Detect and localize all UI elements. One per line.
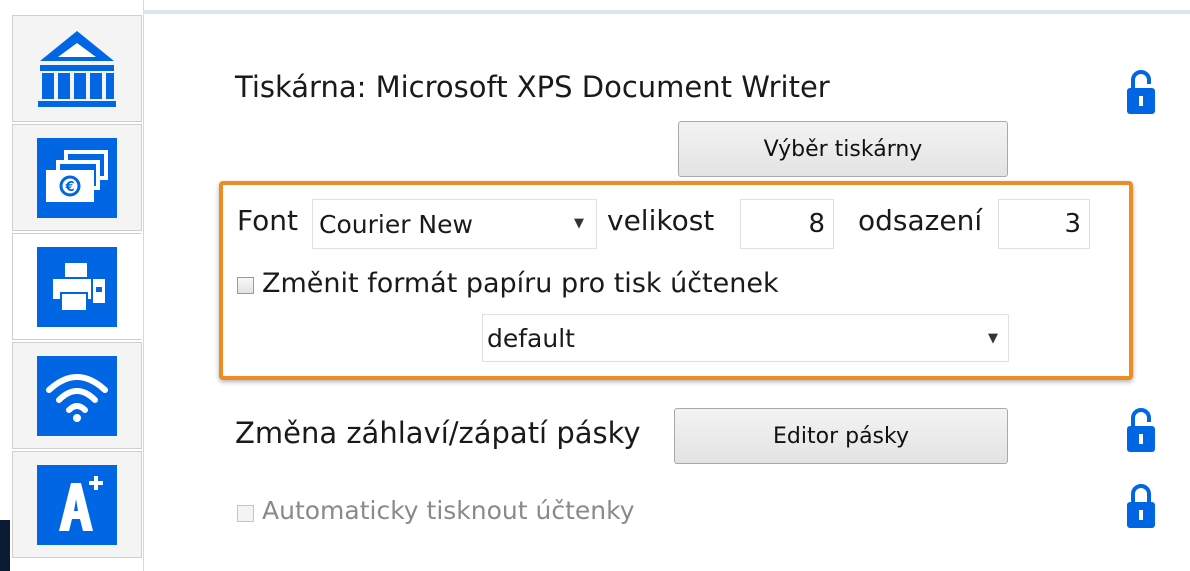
dark-corner [0, 520, 10, 571]
chevron-down-icon: ▼ [988, 331, 998, 346]
font-select[interactable]: Courier New ▼ [312, 199, 597, 249]
tape-editor-button[interactable]: Editor pásky [674, 408, 1008, 464]
sidebar-item-font[interactable] [12, 451, 142, 558]
svg-text:€: € [64, 180, 74, 195]
sidebar-item-network[interactable] [12, 342, 142, 449]
font-label: Font [237, 204, 298, 237]
font-select-value: Courier New [319, 209, 473, 239]
sidebar-item-bank[interactable] [12, 15, 142, 122]
sidebar: € [0, 0, 144, 571]
lock-icon[interactable] [1124, 66, 1158, 126]
select-printer-button[interactable]: Výběr tiskárny [678, 121, 1008, 177]
money-cards-icon: € [37, 137, 117, 218]
sidebar-item-printer[interactable] [12, 233, 142, 340]
size-input[interactable]: 8 [740, 199, 834, 249]
chevron-down-icon: ▼ [574, 216, 584, 231]
printer-icon [37, 246, 117, 327]
lock-icon[interactable] [1124, 480, 1158, 540]
change-format-checkbox[interactable] [237, 277, 254, 294]
top-divider [143, 10, 1190, 14]
indent-label: odsazení [858, 204, 983, 237]
font-size-icon [37, 464, 117, 545]
paper-format-value: default [487, 323, 575, 353]
change-format-label: Změnit formát papíru pro tisk účtenek [262, 268, 779, 299]
size-label: velikost [607, 204, 715, 237]
auto-print-label: Automaticky tisknout účtenky [262, 496, 635, 525]
auto-print-checkbox[interactable] [237, 505, 254, 522]
indent-input[interactable]: 3 [998, 199, 1090, 249]
bank-icon [34, 26, 120, 112]
wifi-icon [37, 355, 117, 436]
paper-format-select[interactable]: default ▼ [482, 314, 1009, 362]
printer-label: Tiskárna: Microsoft XPS Document Writer [235, 70, 830, 104]
header-footer-label: Změna záhlaví/zápatí pásky [235, 416, 641, 450]
sidebar-item-money[interactable]: € [12, 124, 142, 231]
lock-icon[interactable] [1124, 404, 1158, 464]
